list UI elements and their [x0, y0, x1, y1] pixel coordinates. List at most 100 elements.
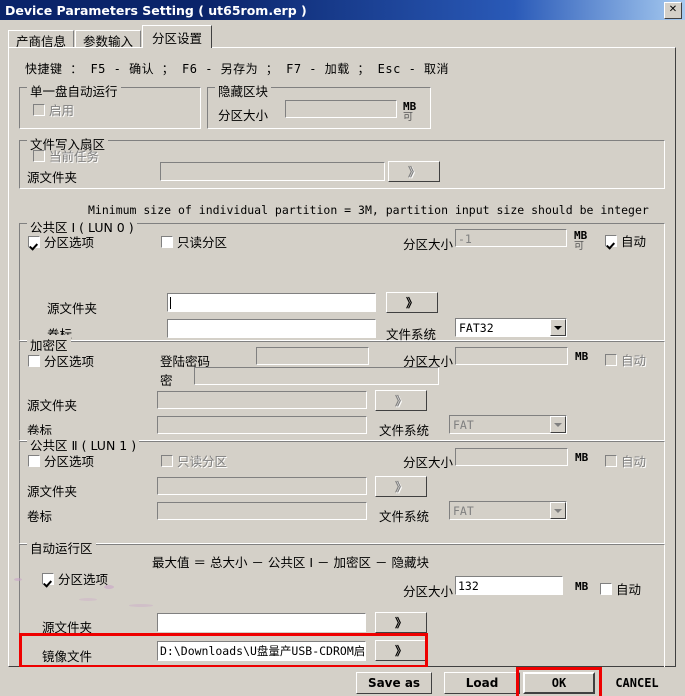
encrypted-browse-button[interactable]: 》	[375, 390, 427, 411]
device-parameters-window: Device Parameters Setting ( ut65rom.erp …	[0, 0, 685, 696]
autorun-size-label: 分区大小	[403, 584, 454, 599]
hidden-block-size-input[interactable]	[285, 100, 397, 118]
lun0-source-folder-label: 源文件夹	[47, 301, 98, 316]
encrypted-source-folder-label: 源文件夹	[27, 398, 78, 413]
encrypted-password-confirm-input[interactable]	[194, 367, 439, 385]
compression-artifact	[14, 578, 22, 581]
autorun-title: 自动运行区	[27, 538, 96, 557]
autorun-image-browse-button[interactable]: 》	[375, 640, 427, 661]
compression-artifact	[104, 585, 114, 589]
encrypted-partition-option-checkbox[interactable]: 分区选项	[28, 351, 94, 370]
lun0-source-folder-input[interactable]	[167, 293, 376, 312]
lun0-browse-button[interactable]: 》	[386, 292, 438, 313]
encrypted-auto-label: 自动	[621, 353, 647, 368]
partition-settings-page: 快捷键 ： F5 - 确认 ； F6 - 另存为 ； F7 - 加载 ； Esc…	[8, 47, 676, 668]
encrypted-filesystem-select[interactable]: FAT	[449, 415, 567, 434]
encrypted-partition-option-label: 分区选项	[44, 354, 95, 369]
lun1-size-input[interactable]	[455, 448, 568, 466]
encrypted-filesystem-label: 文件系统	[379, 423, 430, 438]
autorun-auto-checkbox[interactable]: 自动	[600, 579, 641, 598]
hidden-block-unit-artifact: 可	[403, 112, 413, 123]
lun1-readonly-label: 只读分区	[177, 454, 228, 469]
encrypted-source-folder-input[interactable]	[157, 391, 367, 409]
lun1-source-folder-input[interactable]	[157, 477, 367, 495]
autorun-partition-option-label: 分区选项	[58, 572, 109, 587]
lun1-size-label: 分区大小	[403, 455, 454, 470]
chevron-down-icon[interactable]	[550, 416, 566, 433]
encrypted-size-input[interactable]	[455, 347, 568, 365]
lun1-browse-button[interactable]: 》	[375, 476, 427, 497]
encrypted-password-confirm-label: 密	[160, 373, 173, 388]
autorun-image-file-label: 镜像文件	[42, 649, 93, 664]
tab-partition-settings[interactable]: 分区设置	[142, 25, 213, 48]
checkbox-box	[161, 454, 173, 467]
chevron-down-icon[interactable]	[550, 502, 566, 519]
file-write-source-folder-input[interactable]	[160, 162, 385, 181]
checkbox-box	[28, 235, 40, 248]
lun1-partition-option-label: 分区选项	[44, 454, 95, 469]
single-disk-autorun-title: 单一盘自动运行	[27, 81, 121, 100]
lun1-volume-input[interactable]	[157, 502, 367, 520]
lun0-auto-checkbox[interactable]: 自动	[605, 231, 646, 250]
file-write-browse-button[interactable]: 》	[388, 161, 440, 182]
autorun-source-folder-input[interactable]	[157, 613, 366, 632]
title-bar: Device Parameters Setting ( ut65rom.erp …	[0, 0, 685, 20]
lun0-volume-input[interactable]	[167, 319, 376, 338]
close-icon[interactable]: ✕	[664, 1, 682, 19]
checkbox-box	[33, 149, 45, 162]
file-write-source-folder-label: 源文件夹	[27, 170, 78, 185]
checkbox-box	[605, 454, 617, 467]
lun0-readonly-checkbox[interactable]: 只读分区	[161, 232, 227, 251]
window-title: Device Parameters Setting ( ut65rom.erp …	[5, 2, 307, 18]
checkbox-box	[605, 234, 617, 247]
lun0-readonly-label: 只读分区	[177, 235, 228, 250]
autorun-formula: 最大值 ＝ 总大小 － 公共区 Ⅰ － 加密区 － 隐藏块	[152, 555, 429, 570]
autorun-auto-label: 自动	[616, 582, 642, 597]
lun0-partition-option-label: 分区选项	[44, 235, 95, 250]
footer-bar: Save as Load OK CANCEL	[0, 667, 685, 696]
single-disk-enable-checkbox[interactable]: 启用	[33, 100, 74, 119]
lun0-size-input[interactable]: -1	[455, 229, 567, 247]
encrypted-login-password-input[interactable]	[256, 347, 369, 365]
tab-strip: 产商信息 参数输入 分区设置	[8, 25, 213, 50]
load-button[interactable]: Load	[444, 672, 520, 694]
lun0-partition-option-checkbox[interactable]: 分区选项	[28, 232, 94, 251]
hidden-block-size-label: 分区大小	[218, 108, 269, 123]
checkbox-box	[28, 354, 40, 367]
lun1-auto-checkbox[interactable]: 自动	[605, 451, 646, 470]
lun1-partition-option-checkbox[interactable]: 分区选项	[28, 451, 94, 470]
compression-artifact	[129, 604, 153, 607]
client-area: 产商信息 参数输入 分区设置 快捷键 ： F5 - 确认 ； F6 - 另存为 …	[0, 20, 685, 696]
current-task-checkbox[interactable]: 当前任务	[33, 146, 99, 165]
autorun-browse-button[interactable]: 》	[375, 612, 427, 633]
lun1-filesystem-label: 文件系统	[379, 509, 430, 524]
encrypted-filesystem-value: FAT	[453, 417, 474, 432]
ok-button[interactable]: OK	[523, 672, 595, 694]
lun1-unit-label: MB	[575, 451, 589, 464]
encrypted-auto-checkbox[interactable]: 自动	[605, 350, 646, 369]
encrypted-volume-input[interactable]	[157, 416, 367, 434]
single-disk-enable-label: 启用	[49, 103, 75, 118]
lun0-auto-label: 自动	[621, 234, 647, 249]
lun1-auto-label: 自动	[621, 454, 647, 469]
cancel-button[interactable]: CANCEL	[606, 672, 668, 694]
autorun-size-input[interactable]: 132	[455, 576, 563, 595]
checkbox-box	[33, 103, 45, 116]
lun1-source-folder-label: 源文件夹	[27, 484, 78, 499]
chevron-down-icon[interactable]	[550, 319, 566, 336]
lun0-filesystem-select[interactable]: FAT32	[455, 318, 567, 337]
autorun-partition-option-checkbox[interactable]: 分区选项	[42, 569, 108, 588]
checkbox-box	[600, 582, 612, 595]
current-task-label: 当前任务	[49, 149, 100, 164]
save-as-button[interactable]: Save as	[356, 672, 432, 694]
lun1-filesystem-select[interactable]: FAT	[449, 501, 567, 520]
checkbox-box	[605, 353, 617, 366]
checkbox-box	[28, 454, 40, 467]
checkbox-box	[42, 572, 54, 585]
lun0-unit-artifact: 可	[574, 241, 584, 252]
window-controls: ✕	[664, 1, 682, 19]
autorun-image-file-input[interactable]: D:\Downloads\U盘量产USB-CDROM启动盘	[157, 641, 366, 661]
lun1-readonly-checkbox[interactable]: 只读分区	[161, 451, 227, 470]
encrypted-unit-label: MB	[575, 350, 589, 363]
lun1-filesystem-value: FAT	[453, 503, 474, 518]
